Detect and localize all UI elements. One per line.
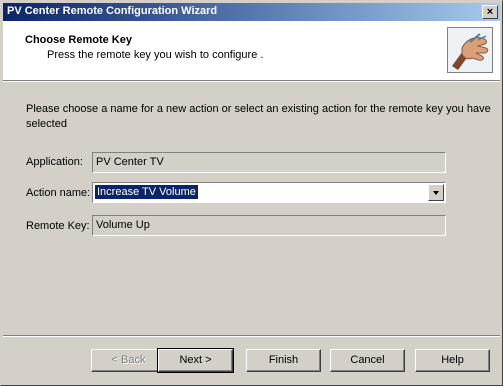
back-button[interactable]: < Back bbox=[91, 349, 166, 372]
action-name-value: Increase TV Volume bbox=[95, 185, 198, 199]
next-button[interactable]: Next > bbox=[157, 348, 234, 373]
header-divider bbox=[3, 80, 500, 82]
title-bar: PV Center Remote Configuration Wizard × bbox=[3, 3, 500, 21]
window-title: PV Center Remote Configuration Wizard bbox=[7, 5, 218, 17]
page-subtitle: Press the remote key you wish to configu… bbox=[47, 49, 264, 61]
instruction-text: Please choose a name for a new action or… bbox=[26, 103, 491, 130]
wizard-window: PV Center Remote Configuration Wizard × … bbox=[0, 0, 503, 386]
action-name-label: Action name: bbox=[26, 187, 91, 199]
finish-button[interactable]: Finish bbox=[246, 349, 321, 372]
footer-divider bbox=[3, 335, 500, 337]
close-button[interactable]: × bbox=[482, 5, 498, 19]
application-field: PV Center TV bbox=[92, 152, 446, 173]
remote-key-label: Remote Key: bbox=[26, 220, 90, 232]
wizard-header: Choose Remote Key Press the remote key y… bbox=[3, 21, 500, 80]
application-label: Application: bbox=[26, 156, 83, 168]
chevron-down-icon bbox=[433, 191, 439, 195]
close-icon: × bbox=[486, 6, 494, 18]
remote-key-field: Volume Up bbox=[92, 215, 446, 236]
cancel-button[interactable]: Cancel bbox=[330, 349, 405, 372]
page-title: Choose Remote Key bbox=[25, 34, 132, 46]
hand-remote-icon bbox=[447, 27, 493, 73]
action-name-combobox[interactable]: Increase TV Volume bbox=[92, 182, 446, 203]
help-button[interactable]: Help bbox=[415, 349, 490, 372]
dropdown-button[interactable] bbox=[428, 184, 444, 201]
